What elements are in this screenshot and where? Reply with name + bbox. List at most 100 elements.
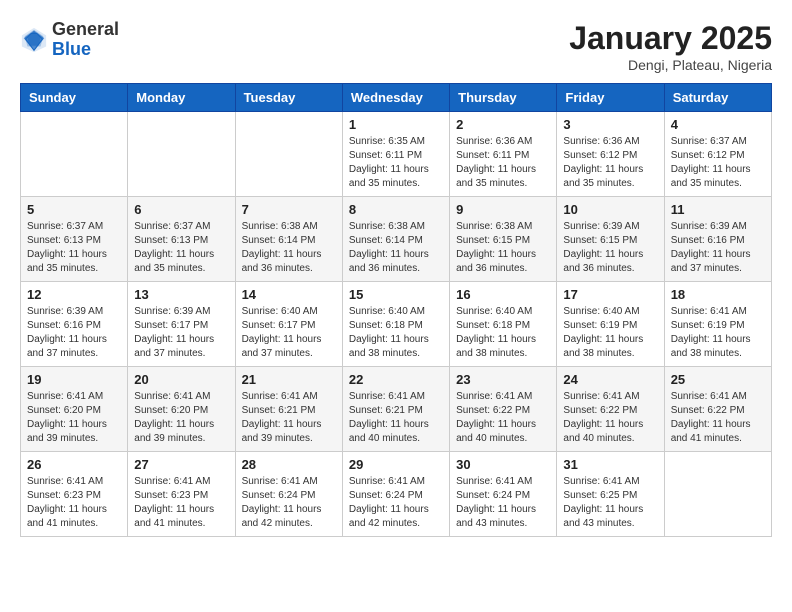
logo: General Blue xyxy=(20,20,119,60)
calendar-week-3: 12Sunrise: 6:39 AM Sunset: 6:16 PM Dayli… xyxy=(21,282,772,367)
calendar-cell: 22Sunrise: 6:41 AM Sunset: 6:21 PM Dayli… xyxy=(342,367,449,452)
calendar-week-4: 19 Sunrise: 6:41 AM Sunset: 6:20 PM Dayli… xyxy=(21,367,772,452)
day-info: Sunrise: 6:39 AM Sunset: 6:15 PM Dayligh… xyxy=(563,220,657,276)
day-number: 15 xyxy=(349,287,443,302)
day-info: Sunrise: 6:40 AM Sunset: 6:18 PM Dayligh… xyxy=(349,305,443,361)
day-number: 1 xyxy=(349,117,443,132)
location-subtitle: Dengi, Plateau, Nigeria xyxy=(569,57,772,73)
calendar-cell: 12Sunrise: 6:39 AM Sunset: 6:16 PM Dayli… xyxy=(21,282,128,367)
day-info: Sunrise: 6:41 AM Sunset: 6:22 PM Dayligh… xyxy=(456,390,550,446)
calendar-cell: 18 Sunrise: 6:41 AM Sunset: 6:19 PM Dayli… xyxy=(664,282,771,367)
weekday-header-thursday: Thursday xyxy=(450,84,557,112)
day-number: 20 xyxy=(134,372,228,387)
day-info: Sunrise: 6:41 AM Sunset: 6:24 PM Dayligh… xyxy=(456,475,550,531)
day-info: Sunrise: 6:41 AM Sunset: 6:23 PM Dayligh… xyxy=(134,475,228,531)
day-number: 10 xyxy=(563,202,657,217)
calendar-cell: 28Sunrise: 6:41 AM Sunset: 6:24 PM Dayli… xyxy=(235,452,342,537)
calendar-cell xyxy=(664,452,771,537)
logo-text: General Blue xyxy=(52,20,119,60)
day-info: Sunrise: 6:41 AM Sunset: 6:20 PM Dayligh… xyxy=(134,390,228,446)
day-number: 21 xyxy=(242,372,336,387)
calendar-cell: 3Sunrise: 6:36 AM Sunset: 6:12 PM Daylig… xyxy=(557,112,664,197)
day-info: Sunrise: 6:39 AM Sunset: 6:17 PM Dayligh… xyxy=(134,305,228,361)
day-info: Sunrise: 6:41 AM Sunset: 6:21 PM Dayligh… xyxy=(349,390,443,446)
calendar-cell: 11 Sunrise: 6:39 AM Sunset: 6:16 PM Dayli… xyxy=(664,197,771,282)
day-number: 25 xyxy=(671,372,765,387)
calendar-cell: 19Sunrise: 6:41 AM Sunset: 6:20 PM Dayli… xyxy=(21,367,128,452)
day-number: 26 xyxy=(27,457,121,472)
calendar-cell: 6 Sunrise: 6:37 AM Sunset: 6:13 PM Daylig… xyxy=(128,197,235,282)
title-block: January 2025 Dengi, Plateau, Nigeria xyxy=(569,20,772,73)
day-info: Sunrise: 6:40 AM Sunset: 6:18 PM Dayligh… xyxy=(456,305,550,361)
day-number: 12 xyxy=(27,287,121,302)
calendar-cell: 5 Sunrise: 6:37 AM Sunset: 6:13 PM Daylig… xyxy=(21,197,128,282)
day-info: Sunrise: 6:36 AM Sunset: 6:12 PM Dayligh… xyxy=(563,135,657,191)
day-number: 24 xyxy=(563,372,657,387)
day-info: Sunrise: 6:41 AM Sunset: 6:22 PM Dayligh… xyxy=(671,390,765,446)
calendar-cell: 31Sunrise: 6:41 AM Sunset: 6:25 PM Dayli… xyxy=(557,452,664,537)
day-info: Sunrise: 6:37 AM Sunset: 6:13 PM Dayligh… xyxy=(27,220,121,276)
weekday-header-saturday: Saturday xyxy=(664,84,771,112)
calendar-week-1: 1 Sunrise: 6:35 AM Sunset: 6:11 PM Daylig… xyxy=(21,112,772,197)
day-number: 8 xyxy=(349,202,443,217)
calendar-cell: 10 Sunrise: 6:39 AM Sunset: 6:15 PM Dayli… xyxy=(557,197,664,282)
page-header: General Blue January 2025 Dengi, Plateau… xyxy=(20,20,772,73)
weekday-header-sunday: Sunday xyxy=(21,84,128,112)
day-number: 5 xyxy=(27,202,121,217)
calendar-cell xyxy=(21,112,128,197)
day-info: Sunrise: 6:41 AM Sunset: 6:22 PM Dayligh… xyxy=(563,390,657,446)
weekday-header-tuesday: Tuesday xyxy=(235,84,342,112)
calendar-cell: 25 Sunrise: 6:41 AM Sunset: 6:22 PM Dayli… xyxy=(664,367,771,452)
calendar-cell: 24 Sunrise: 6:41 AM Sunset: 6:22 PM Dayli… xyxy=(557,367,664,452)
day-info: Sunrise: 6:38 AM Sunset: 6:15 PM Dayligh… xyxy=(456,220,550,276)
day-number: 14 xyxy=(242,287,336,302)
weekday-header-monday: Monday xyxy=(128,84,235,112)
calendar-table: SundayMondayTuesdayWednesdayThursdayFrid… xyxy=(20,83,772,537)
calendar-cell xyxy=(235,112,342,197)
calendar-cell: 21 Sunrise: 6:41 AM Sunset: 6:21 PM Dayli… xyxy=(235,367,342,452)
day-number: 6 xyxy=(134,202,228,217)
day-info: Sunrise: 6:40 AM Sunset: 6:19 PM Dayligh… xyxy=(563,305,657,361)
calendar-cell: 30 Sunrise: 6:41 AM Sunset: 6:24 PM Dayli… xyxy=(450,452,557,537)
day-info: Sunrise: 6:37 AM Sunset: 6:13 PM Dayligh… xyxy=(134,220,228,276)
day-number: 4 xyxy=(671,117,765,132)
day-number: 11 xyxy=(671,202,765,217)
day-number: 9 xyxy=(456,202,550,217)
weekday-header-row: SundayMondayTuesdayWednesdayThursdayFrid… xyxy=(21,84,772,112)
day-number: 23 xyxy=(456,372,550,387)
day-info: Sunrise: 6:41 AM Sunset: 6:19 PM Dayligh… xyxy=(671,305,765,361)
calendar-week-2: 5 Sunrise: 6:37 AM Sunset: 6:13 PM Daylig… xyxy=(21,197,772,282)
calendar-cell: 27Sunrise: 6:41 AM Sunset: 6:23 PM Dayli… xyxy=(128,452,235,537)
day-number: 13 xyxy=(134,287,228,302)
day-number: 28 xyxy=(242,457,336,472)
day-info: Sunrise: 6:38 AM Sunset: 6:14 PM Dayligh… xyxy=(349,220,443,276)
calendar-cell: 17 Sunrise: 6:40 AM Sunset: 6:19 PM Dayli… xyxy=(557,282,664,367)
day-info: Sunrise: 6:41 AM Sunset: 6:21 PM Dayligh… xyxy=(242,390,336,446)
day-number: 17 xyxy=(563,287,657,302)
logo-general: General xyxy=(52,20,119,40)
day-number: 16 xyxy=(456,287,550,302)
day-info: Sunrise: 6:36 AM Sunset: 6:11 PM Dayligh… xyxy=(456,135,550,191)
calendar-cell: 7Sunrise: 6:38 AM Sunset: 6:14 PM Daylig… xyxy=(235,197,342,282)
day-info: Sunrise: 6:41 AM Sunset: 6:23 PM Dayligh… xyxy=(27,475,121,531)
month-title: January 2025 xyxy=(569,20,772,57)
calendar-cell: 9 Sunrise: 6:38 AM Sunset: 6:15 PM Daylig… xyxy=(450,197,557,282)
day-info: Sunrise: 6:39 AM Sunset: 6:16 PM Dayligh… xyxy=(671,220,765,276)
day-info: Sunrise: 6:35 AM Sunset: 6:11 PM Dayligh… xyxy=(349,135,443,191)
weekday-header-friday: Friday xyxy=(557,84,664,112)
day-info: Sunrise: 6:41 AM Sunset: 6:24 PM Dayligh… xyxy=(349,475,443,531)
day-info: Sunrise: 6:38 AM Sunset: 6:14 PM Dayligh… xyxy=(242,220,336,276)
day-info: Sunrise: 6:37 AM Sunset: 6:12 PM Dayligh… xyxy=(671,135,765,191)
calendar-cell: 4 Sunrise: 6:37 AM Sunset: 6:12 PM Daylig… xyxy=(664,112,771,197)
calendar-cell: 20 Sunrise: 6:41 AM Sunset: 6:20 PM Dayli… xyxy=(128,367,235,452)
day-number: 18 xyxy=(671,287,765,302)
day-info: Sunrise: 6:40 AM Sunset: 6:17 PM Dayligh… xyxy=(242,305,336,361)
day-number: 19 xyxy=(27,372,121,387)
calendar-cell xyxy=(128,112,235,197)
calendar-cell: 8 Sunrise: 6:38 AM Sunset: 6:14 PM Daylig… xyxy=(342,197,449,282)
calendar-cell: 13 Sunrise: 6:39 AM Sunset: 6:17 PM Dayli… xyxy=(128,282,235,367)
calendar-cell: 23 Sunrise: 6:41 AM Sunset: 6:22 PM Dayli… xyxy=(450,367,557,452)
calendar-cell: 2Sunrise: 6:36 AM Sunset: 6:11 PM Daylig… xyxy=(450,112,557,197)
day-number: 30 xyxy=(456,457,550,472)
calendar-week-5: 26 Sunrise: 6:41 AM Sunset: 6:23 PM Dayli… xyxy=(21,452,772,537)
